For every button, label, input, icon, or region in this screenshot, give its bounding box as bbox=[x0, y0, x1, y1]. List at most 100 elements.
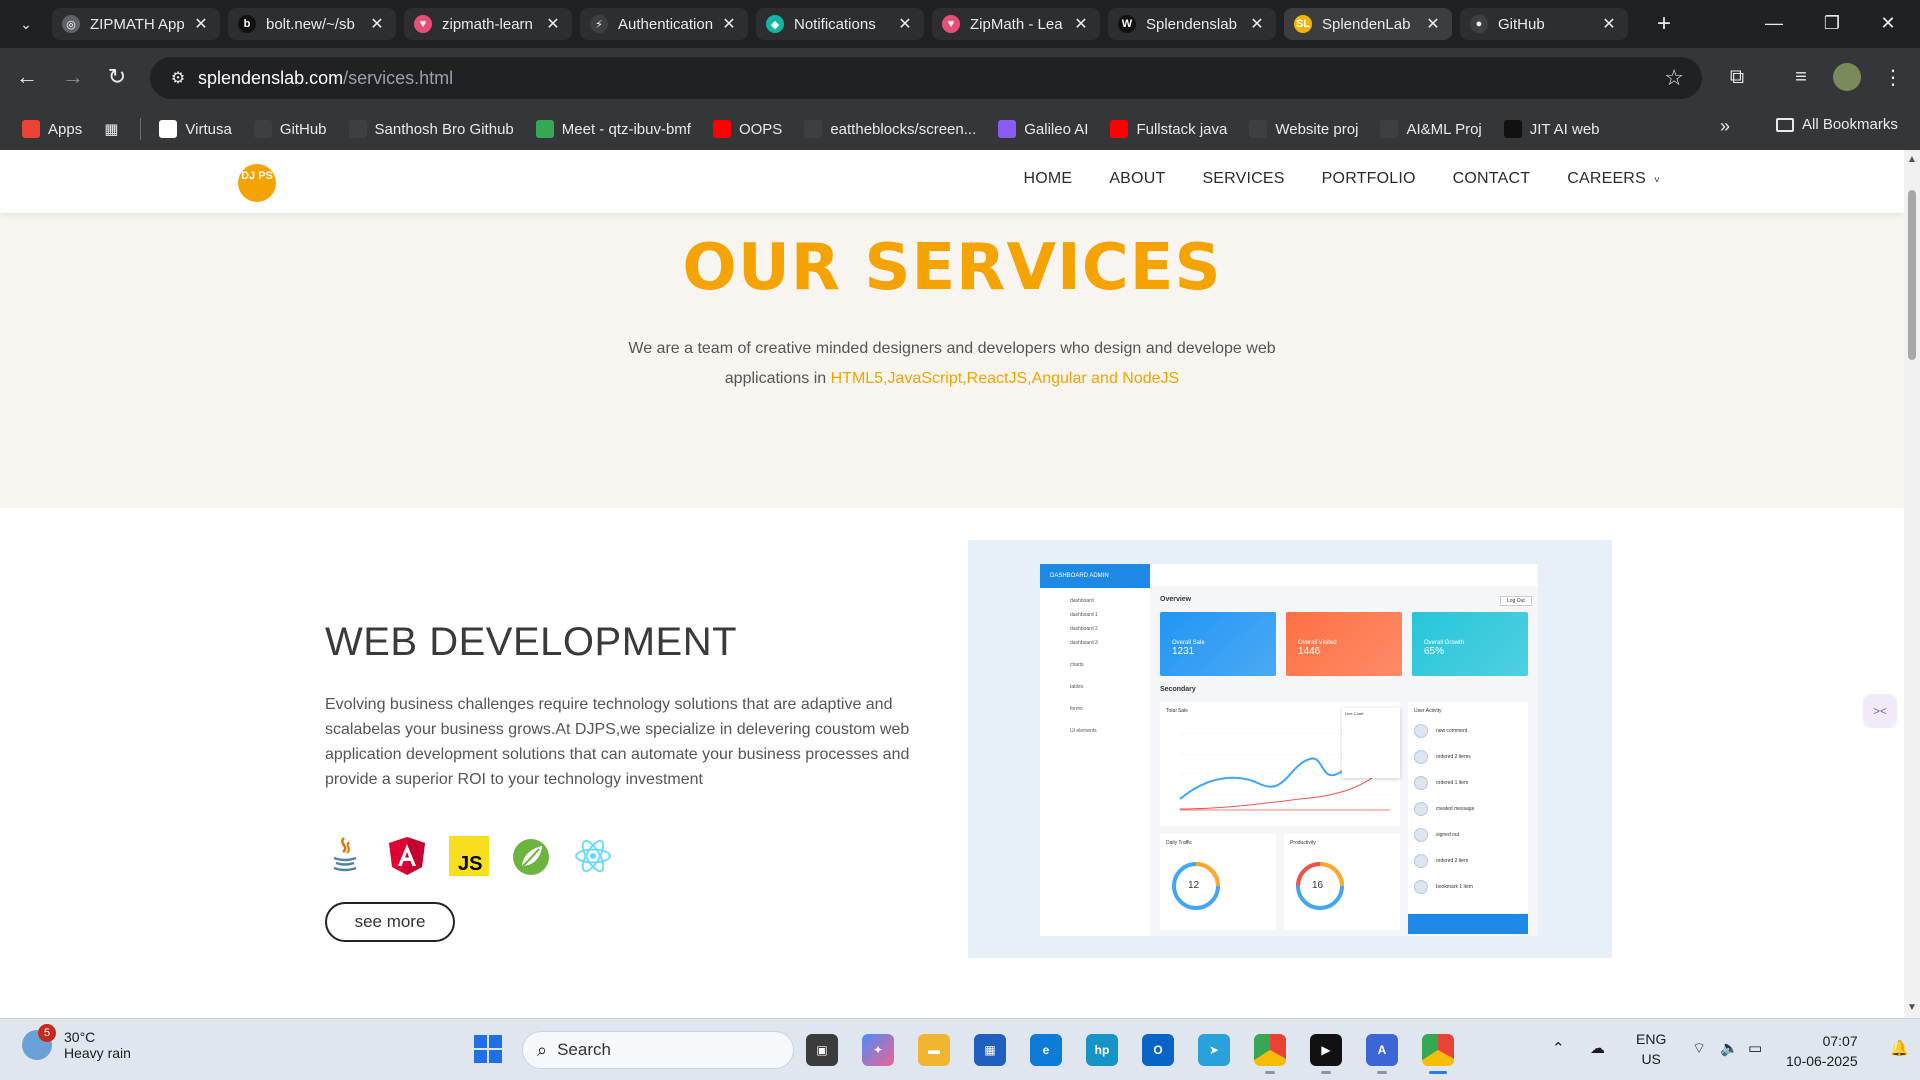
nav-contact[interactable]: CONTACT bbox=[1453, 170, 1531, 188]
activity-avatar bbox=[1414, 880, 1428, 894]
nav-about[interactable]: ABOUT bbox=[1109, 170, 1165, 188]
tab-close-icon[interactable]: ✕ bbox=[544, 14, 562, 34]
copilot-icon[interactable]: ✦ bbox=[862, 1034, 894, 1066]
bookmarks-overflow-icon[interactable]: » bbox=[1720, 116, 1730, 137]
weather-widget[interactable]: 5 30°C Heavy rain bbox=[22, 1024, 131, 1061]
nav-careers[interactable]: CAREERS ˅ bbox=[1567, 170, 1660, 188]
site-header: DJ PS HOME ABOUT SERVICES PORTFOLIO CONTACT C… bbox=[0, 150, 1904, 213]
browser-tab[interactable]: ◆ Notifications ✕ bbox=[756, 8, 924, 40]
bookmark-item[interactable]: Virtusa bbox=[159, 120, 232, 138]
chrome-active-icon[interactable] bbox=[1422, 1034, 1454, 1074]
tab-close-icon[interactable]: ✕ bbox=[896, 14, 914, 34]
store-icon[interactable]: ▦ bbox=[974, 1034, 1006, 1066]
nav-portfolio[interactable]: PORTFOLIO bbox=[1322, 170, 1416, 188]
close-window-button[interactable]: ✕ bbox=[1866, 8, 1910, 38]
activity-text: bookmark 1 item bbox=[1436, 884, 1473, 890]
outlook-icon[interactable]: O bbox=[1142, 1034, 1174, 1066]
forward-icon[interactable]: → bbox=[56, 60, 90, 94]
browser-menu-icon[interactable]: ⋮ bbox=[1878, 62, 1908, 92]
activity-footer-button bbox=[1408, 914, 1528, 934]
address-bar[interactable]: ⚙ splendenslab.com/services.html ☆ bbox=[150, 57, 1702, 99]
tab-close-icon[interactable]: ✕ bbox=[1072, 14, 1090, 34]
browser-tab[interactable]: b bolt.new/~/sb ✕ bbox=[228, 8, 396, 40]
browser-tab[interactable]: ◎ ZIPMATH App ✕ bbox=[52, 8, 220, 40]
clock[interactable]: 07:07 10-06-2025 bbox=[1786, 1031, 1858, 1071]
browser-tab[interactable]: ♥ zipmath-learn ✕ bbox=[404, 8, 572, 40]
tab-groups-icon[interactable]: ▦ bbox=[104, 120, 118, 138]
profile-avatar[interactable] bbox=[1832, 62, 1862, 92]
browser-tab[interactable]: SL SplendenLab ✕ bbox=[1284, 8, 1452, 40]
site-info-icon[interactable]: ⚙ bbox=[158, 68, 198, 88]
bookmark-label: GitHub bbox=[279, 120, 327, 138]
tab-title: Notifications bbox=[794, 15, 876, 33]
bookmark-item[interactable]: Galileo AI bbox=[998, 120, 1088, 138]
tab-close-icon[interactable]: ✕ bbox=[1424, 14, 1442, 34]
tab-close-icon[interactable]: ✕ bbox=[192, 14, 210, 34]
bookmark-item[interactable]: Santhosh Bro Github bbox=[348, 120, 514, 138]
bookmark-item[interactable]: eattheblocks/screen... bbox=[804, 120, 976, 138]
app-a-icon[interactable]: A bbox=[1366, 1034, 1398, 1074]
tab-close-icon[interactable]: ✕ bbox=[368, 14, 386, 34]
tab-close-icon[interactable]: ✕ bbox=[1248, 14, 1266, 34]
chrome-profile-icon[interactable] bbox=[1254, 1034, 1286, 1074]
all-bookmarks-button[interactable]: All Bookmarks bbox=[1776, 116, 1898, 133]
bookmark-item[interactable]: AI&ML Proj bbox=[1380, 120, 1482, 138]
tech-icons-row: JS bbox=[325, 836, 635, 876]
browser-tab[interactable]: ⚡ Authentication ✕ bbox=[580, 8, 748, 40]
bookmark-favicon-icon bbox=[348, 120, 367, 138]
reload-icon[interactable]: ↻ bbox=[100, 60, 134, 94]
volume-icon[interactable]: 🔈 bbox=[1720, 1039, 1739, 1057]
page-scrollbar[interactable]: ▲ ▼ bbox=[1904, 150, 1920, 1018]
tab-search-icon[interactable]: ⌄ bbox=[12, 10, 40, 38]
nav-services[interactable]: SERVICES bbox=[1202, 170, 1284, 188]
bookmark-item[interactable]: OOPS bbox=[712, 120, 782, 138]
web-page: DJ PS HOME ABOUT SERVICES PORTFOLIO CONTACT C… bbox=[0, 150, 1904, 1018]
onedrive-icon[interactable]: ☁ bbox=[1590, 1039, 1605, 1057]
myhp-icon[interactable]: hp bbox=[1086, 1034, 1118, 1066]
angular-icon bbox=[387, 836, 427, 876]
tab-title: Authentication bbox=[618, 15, 714, 33]
see-more-button[interactable]: see more bbox=[325, 902, 455, 942]
bookmark-item[interactable]: Apps bbox=[22, 120, 82, 138]
bookmark-item[interactable]: Fullstack java bbox=[1110, 120, 1227, 138]
capcut-icon[interactable]: ▶ bbox=[1310, 1034, 1342, 1074]
bookmark-item[interactable]: Website proj bbox=[1249, 120, 1358, 138]
file-explorer-icon[interactable]: ▬ bbox=[918, 1034, 950, 1066]
browser-tab[interactable]: ● GitHub ✕ bbox=[1460, 8, 1628, 40]
telegram-icon[interactable]: ➤ bbox=[1198, 1034, 1230, 1066]
bookmark-item[interactable]: JIT AI web bbox=[1503, 120, 1600, 138]
scroll-up-icon[interactable]: ▲ bbox=[1907, 154, 1917, 165]
battery-icon[interactable]: ▭ bbox=[1748, 1039, 1762, 1057]
tab-close-icon[interactable]: ✕ bbox=[1600, 14, 1618, 34]
bookmark-item[interactable]: GitHub bbox=[253, 120, 327, 138]
tray-overflow-icon[interactable]: ⌃ bbox=[1552, 1039, 1565, 1057]
bookmark-star-icon[interactable]: ☆ bbox=[1664, 65, 1684, 91]
floating-extension-icon[interactable]: >< bbox=[1863, 694, 1897, 728]
bookmark-item[interactable]: Meet - qtz-ibuv-bmf bbox=[535, 120, 691, 138]
scroll-down-icon[interactable]: ▼ bbox=[1907, 1002, 1917, 1013]
stat-value: 1446 bbox=[1298, 646, 1321, 657]
extensions-icon[interactable]: ⧉ bbox=[1722, 62, 1752, 92]
dashboard-sidebar: DASHBOARD ADMIN dashboard dashboard 1 dash… bbox=[1040, 564, 1150, 936]
nav-home[interactable]: HOME bbox=[1024, 170, 1073, 188]
new-tab-button[interactable]: + bbox=[1648, 8, 1680, 40]
wifi-icon[interactable]: ⌔ bbox=[1692, 1039, 1706, 1058]
task-view-icon[interactable]: ▣ bbox=[806, 1034, 838, 1066]
browser-tab[interactable]: W Splendenslab ✕ bbox=[1108, 8, 1276, 40]
clock-date: 10-06-2025 bbox=[1786, 1053, 1858, 1069]
media-control-icon[interactable]: ≡ bbox=[1786, 62, 1816, 92]
tab-close-icon[interactable]: ✕ bbox=[720, 14, 738, 34]
edge-icon[interactable]: e bbox=[1030, 1034, 1062, 1066]
bookmark-separator bbox=[140, 118, 142, 140]
activity-text: ordered 2 items bbox=[1436, 754, 1471, 760]
scrollbar-thumb[interactable] bbox=[1908, 190, 1916, 360]
notification-bell-icon[interactable]: 🔔 bbox=[1890, 1039, 1909, 1057]
start-button[interactable] bbox=[474, 1035, 502, 1063]
restore-button[interactable]: ❐ bbox=[1810, 8, 1854, 38]
back-icon[interactable]: ← bbox=[10, 60, 44, 94]
minimize-button[interactable]: — bbox=[1752, 8, 1796, 38]
language-indicator[interactable]: ENG US bbox=[1636, 1029, 1666, 1069]
site-logo[interactable]: DJ PS bbox=[238, 164, 276, 202]
browser-tab[interactable]: ♥ ZipMath - Lea ✕ bbox=[932, 8, 1100, 40]
taskbar-search[interactable]: ⌕ Search bbox=[522, 1031, 794, 1069]
